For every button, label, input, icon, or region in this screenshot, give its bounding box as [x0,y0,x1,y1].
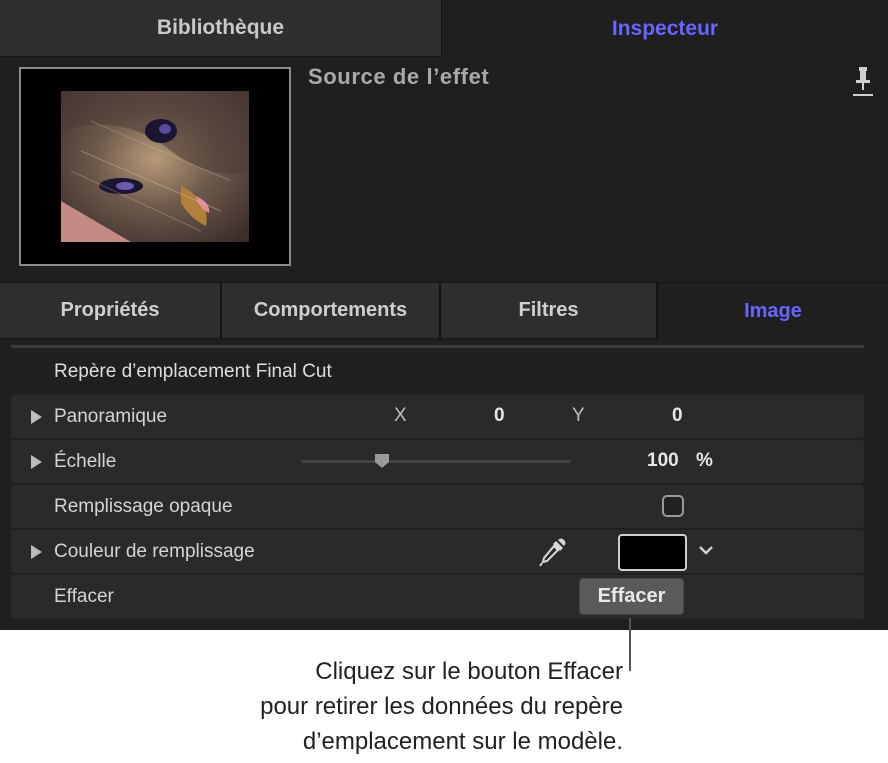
row-scale: Échelle 100 % [11,440,864,483]
scale-label: Échelle [54,451,117,472]
separator [11,345,864,348]
tab-library[interactable]: Bibliothèque [0,0,442,57]
tab-behaviors[interactable]: Comportements [222,283,441,339]
callout-text: Cliquez sur le bouton Effacer pour retir… [140,654,623,759]
pan-y-label: Y [572,405,585,426]
row-clear: Effacer Effacer [11,575,864,619]
opaque-fill-checkbox[interactable] [662,495,684,517]
callout-line-1: Cliquez sur le bouton Effacer [315,658,623,685]
fill-color-label: Couleur de remplissage [54,541,255,562]
tab-properties[interactable]: Propriétés [0,283,222,339]
fill-color-swatch[interactable] [618,534,687,571]
disclosure-triangle-icon[interactable] [31,455,42,469]
top-tab-bar: Bibliothèque Inspecteur [0,0,888,57]
effect-source-title: Source de l’effet [308,64,490,89]
cat-thumbnail-image [61,91,249,242]
group-title: Repère d’emplacement Final Cut [54,361,332,382]
disclosure-triangle-icon[interactable] [31,545,42,559]
scale-unit: % [696,450,713,471]
clear-label: Effacer [54,586,114,607]
tab-image[interactable]: Image [658,283,888,339]
row-pan: Panoramique X 0 Y 0 [11,395,864,438]
scale-value[interactable]: 100 [647,450,679,472]
callout-line-2: pour retirer les données du repère [260,693,623,720]
scale-slider-thumb[interactable] [374,453,390,469]
disclosure-triangle-icon[interactable] [31,410,42,424]
row-fill-color: Couleur de remplissage [11,530,864,573]
scale-slider-track[interactable] [301,460,571,463]
opaque-fill-label: Remplissage opaque [54,496,233,517]
pushpin-icon[interactable] [852,65,874,97]
pan-x-value[interactable]: 0 [494,405,505,427]
chevron-down-icon[interactable] [698,543,714,557]
pan-x-label: X [394,405,407,426]
clear-button[interactable]: Effacer [579,578,684,615]
inspector-panel: Bibliothèque Inspecteur Source de l’effe… [0,0,888,630]
callout-line-3: d’emplacement sur le modèle. [302,728,623,755]
eyedropper-icon[interactable] [539,537,567,567]
pan-y-value[interactable]: 0 [672,405,683,427]
pan-label: Panoramique [54,406,168,427]
tab-inspector[interactable]: Inspecteur [442,0,888,57]
tab-filters[interactable]: Filtres [441,283,658,339]
callout-line [629,618,631,671]
section-tab-bar: Propriétés Comportements Filtres Image [0,282,888,339]
effect-source-thumbnail[interactable] [19,67,291,266]
row-opaque-fill: Remplissage opaque [11,485,864,528]
